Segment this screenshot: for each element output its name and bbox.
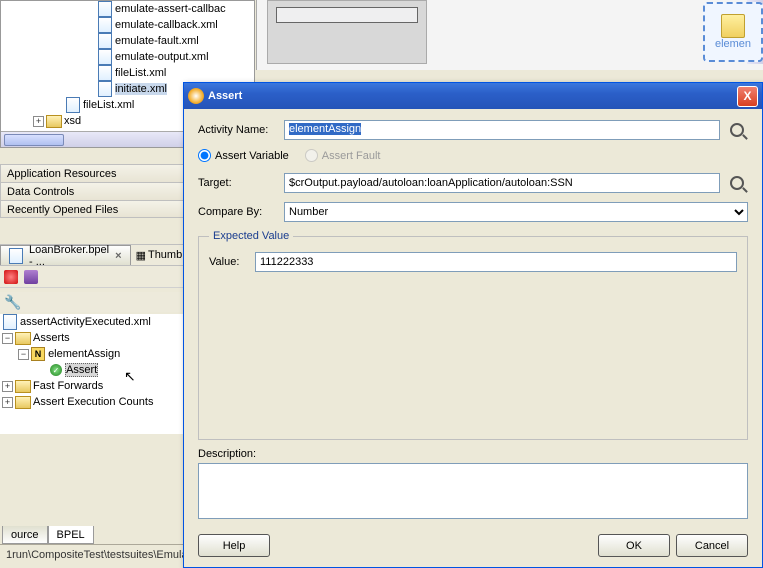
tab-label: LoanBroker.bpel - ... [29, 244, 111, 268]
tree-file[interactable]: emulate-output.xml [115, 51, 209, 63]
assert-fault-radio-input [305, 149, 318, 162]
app-icon [188, 88, 204, 104]
structure-node-selected[interactable]: Assert [65, 363, 98, 377]
folder-icon [15, 330, 31, 346]
activity-browse-button[interactable] [726, 119, 748, 141]
thumbnail-icon: ▦ [136, 249, 146, 262]
target-input[interactable] [284, 173, 720, 193]
search-icon [730, 123, 744, 137]
assert-dialog: Assert X Activity Name: elementAssign As… [183, 82, 763, 568]
expected-value-group: Expected Value Value: [198, 230, 748, 440]
structure-node[interactable]: Asserts [33, 332, 70, 344]
editor-tab-thumbnail[interactable]: ▦ Thumb [131, 245, 188, 265]
folder-icon [46, 113, 62, 129]
editor-tab-bar: LoanBroker.bpel - ... × ▦ Thumb [0, 244, 185, 266]
xml-file-icon [97, 1, 113, 17]
xml-file-icon [2, 314, 18, 330]
tree-file[interactable]: emulate-callback.xml [115, 19, 218, 31]
editor-toolbar [0, 266, 185, 288]
editor-canvas [256, 0, 763, 70]
tree-file[interactable]: emulate-fault.xml [115, 35, 199, 47]
tree-file[interactable]: fileList.xml [115, 67, 166, 79]
description-textarea[interactable] [198, 463, 748, 519]
xml-file-icon [65, 97, 81, 113]
structure-node[interactable]: elementAssign [48, 348, 120, 360]
description-label: Description: [198, 448, 748, 460]
ok-button[interactable]: OK [598, 534, 670, 557]
xml-file-icon [97, 33, 113, 49]
activity-name-input[interactable]: elementAssign [284, 120, 720, 140]
accordion-application-resources[interactable]: Application Resources [0, 164, 185, 182]
tree-folder[interactable]: xsd [64, 115, 81, 127]
search-icon [730, 176, 744, 190]
activity-icon: N [31, 347, 45, 361]
xml-file-icon [97, 81, 113, 97]
compare-by-label: Compare By: [198, 206, 278, 218]
save-icon[interactable] [24, 270, 38, 284]
folder-icon [15, 378, 31, 394]
tab-close-icon[interactable]: × [115, 250, 121, 262]
radio-label: Assert Variable [215, 150, 289, 162]
expected-value-legend: Expected Value [209, 230, 293, 242]
tree-expand-toggle[interactable]: + [2, 397, 13, 408]
editor-tab-active[interactable]: LoanBroker.bpel - ... × [0, 245, 131, 265]
thumbnail-viewport[interactable] [276, 7, 418, 23]
assert-fault-radio: Assert Fault [305, 149, 381, 162]
compare-by-select[interactable]: Number [284, 202, 748, 222]
tree-collapse-toggle[interactable]: − [18, 349, 29, 360]
tree-expand-toggle[interactable]: + [2, 381, 13, 392]
tab-bpel[interactable]: BPEL [48, 526, 94, 544]
thumbnail-panel [267, 0, 427, 64]
folder-icon [15, 394, 31, 410]
assign-activity-icon [721, 14, 745, 38]
structure-root[interactable]: assertActivityExecuted.xml [20, 316, 151, 328]
structure-toolbar: 🔧 [0, 292, 185, 312]
navigator-accordion: Application Resources Data Controls Rece… [0, 164, 185, 218]
structure-node[interactable]: Assert Execution Counts [33, 396, 153, 408]
assert-variable-radio-input[interactable] [198, 149, 211, 162]
value-label: Value: [209, 256, 249, 268]
dialog-close-button[interactable]: X [737, 86, 758, 107]
wrench-icon[interactable]: 🔧 [4, 294, 21, 310]
activity-name-label: Activity Name: [198, 124, 278, 136]
dialog-title: Assert [208, 90, 737, 102]
target-browse-button[interactable] [726, 172, 748, 194]
assert-variable-radio[interactable]: Assert Variable [198, 149, 289, 162]
xml-file-icon [97, 17, 113, 33]
validate-icon[interactable] [4, 270, 18, 284]
accordion-data-controls[interactable]: Data Controls [0, 182, 185, 200]
value-input[interactable] [255, 252, 737, 272]
structure-node[interactable]: Fast Forwards [33, 380, 103, 392]
dialog-titlebar[interactable]: Assert X [184, 83, 762, 109]
assert-icon: ✓ [50, 364, 62, 376]
element-drop-hint[interactable]: elemen [703, 2, 763, 62]
tree-file[interactable]: emulate-assert-callbac [115, 3, 226, 15]
bpel-file-icon [9, 248, 23, 264]
mouse-cursor-icon: ↖ [124, 368, 136, 385]
structure-tree[interactable]: assertActivityExecuted.xml −Asserts −N e… [0, 314, 185, 434]
tree-expand-toggle[interactable]: + [33, 116, 44, 127]
bottom-view-tabs: ource BPEL [0, 522, 94, 544]
help-button[interactable]: Help [198, 534, 270, 557]
tab-source[interactable]: ource [2, 526, 48, 544]
tree-file-selected[interactable]: initiate.xml [115, 83, 167, 95]
tree-collapse-toggle[interactable]: − [2, 333, 13, 344]
tree-file[interactable]: fileList.xml [83, 99, 134, 111]
hint-label: elemen [715, 38, 751, 50]
tab-label: Thumb [148, 249, 182, 261]
radio-label: Assert Fault [322, 150, 381, 162]
accordion-recently-opened[interactable]: Recently Opened Files [0, 200, 185, 218]
xml-file-icon [97, 49, 113, 65]
cancel-button[interactable]: Cancel [676, 534, 748, 557]
status-path: 1run\CompositeTest\testsuites\Emula [6, 549, 188, 561]
target-label: Target: [198, 177, 278, 189]
xml-file-icon [97, 65, 113, 81]
